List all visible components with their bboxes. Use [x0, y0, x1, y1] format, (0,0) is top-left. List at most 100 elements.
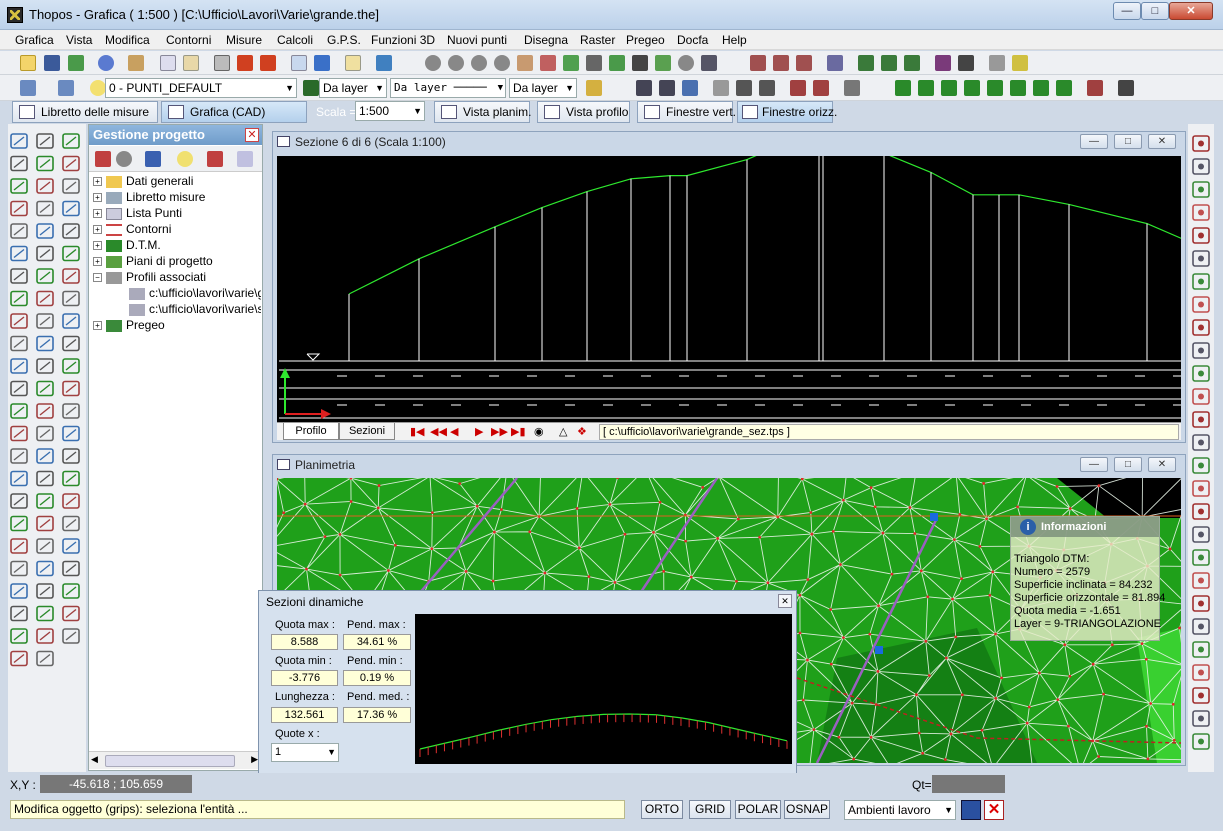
- menu-gps[interactable]: G.P.S.: [327, 33, 361, 47]
- sezione-maximize-button[interactable]: □: [1114, 134, 1142, 149]
- zoom-in-icon[interactable]: [448, 55, 464, 71]
- report-icon[interactable]: [291, 55, 307, 71]
- profile-tool-icon[interactable]: [682, 80, 698, 96]
- bulb-icon[interactable]: [90, 80, 106, 96]
- tab-libretto[interactable]: Libretto delle misure: [12, 101, 158, 123]
- tree-item-dati-generali[interactable]: + Dati generali: [93, 174, 193, 188]
- nav-last-icon[interactable]: ▶▮: [511, 425, 526, 438]
- mark-icon[interactable]: [790, 80, 806, 96]
- book-icon[interactable]: [935, 55, 951, 71]
- save-icon[interactable]: [44, 55, 60, 71]
- tool-b-icon[interactable]: [858, 55, 874, 71]
- layer-state-icon[interactable]: [58, 80, 74, 96]
- calc-icon[interactable]: [376, 55, 392, 71]
- zoom-extents-icon[interactable]: [494, 55, 510, 71]
- menu-nuovi-punti[interactable]: Nuovi punti: [447, 33, 507, 47]
- sezione-minimize-button[interactable]: —: [1080, 134, 1108, 149]
- nav-tool-b-icon[interactable]: ❖: [577, 425, 587, 438]
- grid-tool-icon[interactable]: [659, 80, 675, 96]
- layer-select[interactable]: 0 - PUNTI_DEFAULT ▼: [105, 78, 297, 98]
- zoom-window-icon[interactable]: [425, 55, 441, 71]
- nav-fast-back-icon[interactable]: ◀◀: [430, 425, 447, 438]
- tab-vista-profilo[interactable]: Vista profilo: [537, 101, 630, 123]
- tool-c-icon[interactable]: [881, 55, 897, 71]
- tree-item-contorni[interactable]: + Contorni: [93, 222, 171, 236]
- maximize-button[interactable]: □: [1141, 2, 1169, 20]
- grid-button[interactable]: GRID: [689, 800, 731, 819]
- lineweight-select[interactable]: Da layer ▼: [509, 78, 577, 98]
- scroll-right-icon[interactable]: ▶: [251, 754, 258, 765]
- tri-7-icon[interactable]: [1033, 80, 1049, 96]
- menu-docfa[interactable]: Docfa: [677, 33, 708, 47]
- section-1-icon[interactable]: [750, 55, 766, 71]
- tab-vista-planim[interactable]: Vista planim.: [434, 101, 531, 123]
- osnap-button[interactable]: OSNAP: [784, 800, 830, 819]
- planimetria-close-button[interactable]: ✕: [1148, 457, 1176, 472]
- mark2-icon[interactable]: [813, 80, 829, 96]
- tree-item-dtm[interactable]: + D.T.M.: [93, 238, 161, 252]
- orto-button[interactable]: ORTO: [641, 800, 683, 819]
- view-3d-icon[interactable]: [1118, 80, 1134, 96]
- tri-3-icon[interactable]: [941, 80, 957, 96]
- copy-icon[interactable]: [160, 55, 176, 71]
- tri-5-icon[interactable]: [987, 80, 1003, 96]
- lock-icon[interactable]: [586, 80, 602, 96]
- sezione-close-button[interactable]: ✕: [1148, 134, 1176, 149]
- erase-icon[interactable]: [128, 55, 144, 71]
- tab-finestre-vert[interactable]: Finestre vert.: [637, 101, 736, 123]
- menu-contorni[interactable]: Contorni: [166, 33, 211, 47]
- dxf-import-icon[interactable]: [237, 55, 253, 71]
- tree-doc-icon[interactable]: [237, 151, 253, 167]
- tree-tool-1-icon[interactable]: [95, 151, 111, 167]
- doc-icon[interactable]: [1012, 55, 1028, 71]
- tree-item-piani[interactable]: + Piani di progetto: [93, 254, 213, 268]
- menu-calcoli[interactable]: Calcoli: [277, 33, 313, 47]
- menu-modifica[interactable]: Modifica: [105, 33, 150, 47]
- tri-4-icon[interactable]: [964, 80, 980, 96]
- tri-8-icon[interactable]: [1056, 80, 1072, 96]
- save-all-icon[interactable]: [68, 55, 84, 71]
- properties-icon[interactable]: [345, 55, 361, 71]
- tree-scroll-thumb[interactable]: [105, 755, 235, 767]
- pan-icon[interactable]: [517, 55, 533, 71]
- scroll-left-icon[interactable]: ◀: [91, 754, 98, 765]
- tree-item-profilo-1[interactable]: c:\ufficio\lavori\varie\g: [129, 286, 261, 300]
- paste-icon[interactable]: [183, 55, 199, 71]
- save-ambiente-icon[interactable]: [961, 800, 981, 820]
- project-panel-close-icon[interactable]: ✕: [245, 128, 259, 142]
- tree-item-lista-punti[interactable]: + Lista Punti: [93, 206, 182, 220]
- planimetria-maximize-button[interactable]: □: [1114, 457, 1142, 472]
- menu-help[interactable]: Help: [722, 33, 747, 47]
- list-icon[interactable]: [844, 80, 860, 96]
- nav-first-icon[interactable]: ▮◀: [410, 425, 425, 438]
- print-icon[interactable]: [214, 55, 230, 71]
- linetype-select[interactable]: Da layer ───── ▼: [390, 78, 506, 98]
- tab-finestre-orizz[interactable]: Finestre orizz.: [737, 101, 837, 123]
- tri-2-icon[interactable]: [918, 80, 934, 96]
- nav-fast-forward-icon[interactable]: ▶▶: [491, 425, 508, 438]
- tree-item-pregeo[interactable]: + Pregeo: [93, 318, 165, 332]
- layer-tool-icon[interactable]: [609, 55, 625, 71]
- tree-refresh-icon[interactable]: [145, 151, 161, 167]
- find-icon[interactable]: [678, 55, 694, 71]
- minimize-button[interactable]: —: [1113, 2, 1141, 20]
- dyn-close-icon[interactable]: ✕: [778, 594, 792, 608]
- menu-grafica[interactable]: Grafica: [15, 33, 54, 47]
- tree-zoom-icon[interactable]: [116, 151, 132, 167]
- right-tool-icons[interactable]: [1188, 134, 1214, 764]
- tree-item-profilo-2[interactable]: c:\ufficio\lavori\varie\sez_lib: [129, 302, 261, 316]
- menu-raster[interactable]: Raster: [580, 33, 615, 47]
- color-select[interactable]: Da layer ▼: [319, 78, 387, 98]
- measure-icon[interactable]: [586, 55, 602, 71]
- section-2-icon[interactable]: [773, 55, 789, 71]
- nav-prev-icon[interactable]: ◀: [450, 425, 458, 438]
- move-icon[interactable]: [1087, 80, 1103, 96]
- menu-vista[interactable]: Vista: [66, 33, 92, 47]
- ref-icon[interactable]: [989, 55, 1005, 71]
- tree-item-libretto[interactable]: + Libretto misure: [93, 190, 205, 204]
- tri-1-icon[interactable]: [895, 80, 911, 96]
- left-tool-icons[interactable]: [8, 130, 86, 690]
- tri-6-icon[interactable]: [1010, 80, 1026, 96]
- zoom-out-icon[interactable]: [471, 55, 487, 71]
- tool-d-icon[interactable]: [904, 55, 920, 71]
